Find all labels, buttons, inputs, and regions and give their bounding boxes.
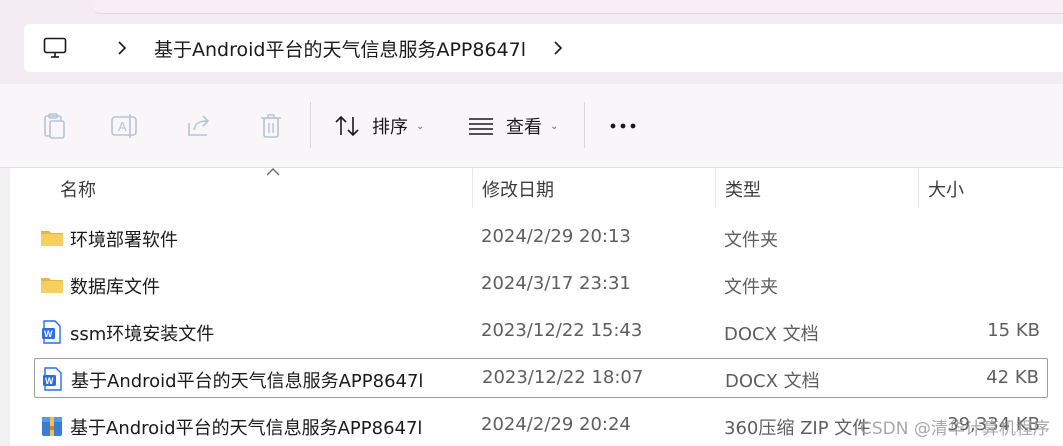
column-divider[interactable] [715, 168, 716, 208]
file-row-focused[interactable]: W 基于Android平台的天气信息服务APP8647l 2023/12/22 … [34, 358, 1048, 398]
svg-text:W: W [44, 329, 53, 339]
toolbar-divider [310, 102, 311, 148]
zip-archive-icon [42, 417, 62, 436]
share-button[interactable] [182, 108, 216, 144]
file-name: 基于Android平台的天气信息服务APP8647l [71, 371, 424, 392]
file-name: ssm环境安装文件 [70, 324, 215, 345]
breadcrumb-current-folder[interactable]: 基于Android平台的天气信息服务APP8647l [154, 35, 526, 62]
tab-strip[interactable] [92, 0, 1063, 14]
file-row[interactable]: 数据库文件 2024/3/17 23:31 文件夹 [34, 265, 1048, 305]
file-name: 环境部署软件 [70, 230, 178, 251]
folder-icon [41, 278, 63, 293]
share-icon [188, 115, 210, 136]
rename-icon: A [111, 114, 137, 138]
word-doc-icon: W [43, 367, 62, 391]
sort-ascending-icon [266, 168, 280, 176]
column-header-name[interactable]: 名称 [60, 176, 96, 202]
column-divider[interactable] [918, 168, 919, 208]
file-row[interactable]: W ssm环境安装文件 2023/12/22 15:43 DOCX 文档 15 … [34, 312, 1048, 352]
toolbar-divider [584, 102, 585, 148]
file-type: 360压缩 ZIP 文件 [724, 418, 871, 439]
column-header-size[interactable]: 大小 [928, 176, 964, 202]
file-modified: 2024/2/29 20:13 [481, 226, 631, 247]
file-type: DOCX 文档 [724, 324, 819, 345]
file-list: 名称 修改日期 类型 大小 环境部署软件 2024/2/29 20:13 文件夹… [10, 168, 1063, 446]
chevron-right-icon[interactable] [114, 41, 130, 55]
title-bar: 基于Android平台的天气信息服务APP8647l [0, 0, 1063, 84]
chevron-right-icon[interactable] [550, 41, 566, 55]
this-pc-icon[interactable] [42, 35, 68, 61]
sort-label: 排序 [372, 117, 408, 138]
command-bar: A 排序 ⌄ 查看 ⌄ [0, 84, 1063, 168]
file-row[interactable]: 环境部署软件 2024/2/29 20:13 文件夹 [34, 218, 1048, 258]
chevron-down-icon: ⌄ [416, 120, 425, 132]
file-name: 基于Android平台的天气信息服务APP8647l [70, 418, 423, 439]
trash-icon [261, 114, 281, 138]
svg-text:W: W [45, 376, 54, 386]
navigation-pane-edge [0, 168, 10, 446]
chevron-down-icon: ⌄ [550, 120, 559, 132]
file-type: 文件夹 [724, 230, 778, 251]
clipboard-icon [44, 113, 65, 139]
file-modified: 2023/12/22 15:43 [481, 320, 643, 341]
word-doc-icon: W [42, 320, 61, 344]
svg-text:A: A [118, 119, 127, 134]
sort-button[interactable]: 排序 ⌄ [334, 108, 424, 144]
more-icon [610, 123, 636, 129]
column-header-row: 名称 修改日期 类型 大小 [10, 168, 1063, 208]
file-modified: 2024/2/29 20:24 [481, 414, 631, 435]
view-label: 查看 [506, 117, 542, 138]
file-type: DOCX 文档 [725, 371, 820, 392]
view-list-icon [469, 118, 493, 135]
rename-button[interactable]: A [108, 108, 142, 144]
file-size: 15 KB [987, 320, 1040, 341]
sort-icon [335, 115, 359, 137]
column-header-modified[interactable]: 修改日期 [482, 176, 554, 202]
folder-icon [41, 231, 63, 246]
view-button[interactable]: 查看 ⌄ [468, 108, 558, 144]
file-modified: 2024/3/17 23:31 [481, 273, 631, 294]
column-divider[interactable] [472, 168, 473, 208]
column-header-type[interactable]: 类型 [725, 176, 761, 202]
file-type: 文件夹 [724, 277, 778, 298]
file-modified: 2023/12/22 18:07 [482, 367, 644, 388]
file-name: 数据库文件 [70, 277, 160, 298]
address-bar[interactable]: 基于Android平台的天气信息服务APP8647l [24, 24, 1063, 72]
watermark: CSDN @清华计算机程序 [860, 419, 1050, 439]
copy-button[interactable] [38, 108, 72, 144]
delete-button[interactable] [254, 108, 288, 144]
file-size: 42 KB [986, 367, 1039, 388]
more-options-button[interactable] [606, 108, 640, 144]
